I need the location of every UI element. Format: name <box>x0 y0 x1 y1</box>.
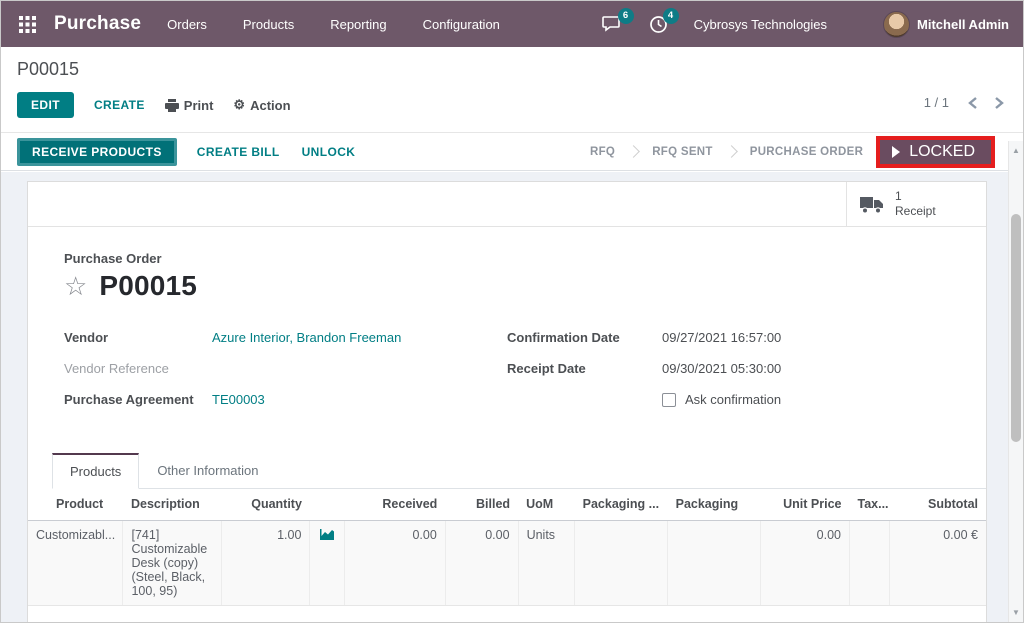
scroll-down-icon[interactable]: ▼ <box>1009 608 1023 617</box>
nav-menu-products[interactable]: Products <box>243 17 294 32</box>
state-locked-highlighted[interactable]: LOCKED <box>876 136 995 168</box>
pager: 1 / 1 <box>924 95 1005 110</box>
pager-previous-icon[interactable] <box>967 96 978 110</box>
cell-packaging[interactable] <box>668 521 761 606</box>
create-button[interactable]: CREATE <box>94 98 145 112</box>
col-uom[interactable]: UoM <box>518 489 575 521</box>
ask-confirmation-label: Ask confirmation <box>685 392 781 407</box>
notebook-tabs: Products Other Information <box>52 453 986 489</box>
state-separator-icon <box>725 145 738 158</box>
col-quantity[interactable]: Quantity <box>221 489 310 521</box>
user-avatar[interactable] <box>883 11 910 38</box>
receipt-date-value: 09/30/2021 05:30:00 <box>662 361 781 376</box>
nav-menu-configuration[interactable]: Configuration <box>423 17 500 32</box>
scroll-up-icon[interactable]: ▲ <box>1009 146 1023 155</box>
create-bill-button[interactable]: CREATE BILL <box>197 145 280 159</box>
state-rfq-sent[interactable]: RFQ SENT <box>639 146 726 158</box>
activities-count-badge: 4 <box>663 8 679 24</box>
messages-button[interactable]: 6 <box>602 15 623 33</box>
col-billed[interactable]: Billed <box>445 489 518 521</box>
top-navbar: Purchase Orders Products Reporting Confi… <box>1 1 1023 47</box>
gear-icon: ⚙ <box>233 97 245 113</box>
print-button[interactable]: Print <box>165 98 214 113</box>
printer-icon <box>165 99 179 112</box>
tab-other-information[interactable]: Other Information <box>139 453 276 488</box>
button-box: 1 Receipt <box>28 182 986 227</box>
company-switcher[interactable]: Cybrosys Technologies <box>694 17 827 32</box>
doc-type-label: Purchase Order <box>64 251 950 266</box>
field-receipt-date: Receipt Date 09/30/2021 05:30:00 <box>507 361 950 378</box>
scrollbar-thumb[interactable] <box>1011 214 1021 442</box>
tab-products[interactable]: Products <box>52 453 139 489</box>
col-description[interactable]: Description <box>123 489 221 521</box>
app-name[interactable]: Purchase <box>54 13 141 35</box>
state-purchase-order[interactable]: PURCHASE ORDER <box>737 146 876 158</box>
state-separator-icon <box>627 145 640 158</box>
control-panel: P00015 EDIT CREATE Print ⚙ Action 1 / 1 <box>1 47 1023 133</box>
confirmation-date-value: 09/27/2021 16:57:00 <box>662 330 781 345</box>
state-rfq[interactable]: RFQ <box>577 146 628 158</box>
cell-unit-price[interactable]: 0.00 <box>761 521 850 606</box>
receipt-stat-button[interactable]: 1 Receipt <box>846 182 986 226</box>
vendor-link[interactable]: Azure Interior, Brandon Freeman <box>212 330 401 345</box>
breadcrumb[interactable]: P00015 <box>17 59 1007 80</box>
activities-button[interactable]: 4 <box>649 15 668 34</box>
vertical-scrollbar[interactable]: ▲ ▼ <box>1008 141 1023 622</box>
purchase-agreement-link[interactable]: TE00003 <box>212 392 265 407</box>
col-taxes[interactable]: Tax... <box>850 489 890 521</box>
field-vendor-reference: Vendor Reference <box>64 361 507 378</box>
field-confirmation-date: Confirmation Date 09/27/2021 16:57:00 <box>507 330 950 347</box>
cell-packaging-qty[interactable] <box>575 521 668 606</box>
field-purchase-agreement: Purchase Agreement TE00003 <box>64 392 507 409</box>
receipt-label: Receipt <box>895 204 936 219</box>
cell-quantity[interactable]: 1.00 <box>221 521 310 606</box>
status-bar: RECEIVE PRODUCTS CREATE BILL UNLOCK RFQ … <box>1 133 1011 171</box>
col-subtotal[interactable]: Subtotal <box>890 489 986 521</box>
col-packaging-qty[interactable]: Packaging ... <box>575 489 668 521</box>
receive-products-button[interactable]: RECEIVE PRODUCTS <box>17 138 177 166</box>
col-product[interactable]: Product <box>28 489 123 521</box>
nav-menu-reporting[interactable]: Reporting <box>330 17 386 32</box>
pager-count: 1 / 1 <box>924 95 949 110</box>
forecast-chart-icon[interactable] <box>310 521 344 606</box>
field-vendor: Vendor Azure Interior, Brandon Freeman <box>64 330 507 347</box>
nav-menu-orders[interactable]: Orders <box>167 17 207 32</box>
pager-next-icon[interactable] <box>994 96 1005 110</box>
cell-received[interactable]: 0.00 <box>344 521 445 606</box>
unlock-button[interactable]: UNLOCK <box>302 145 356 159</box>
action-button[interactable]: ⚙ Action <box>233 97 290 113</box>
form-view-area: 1 Receipt Purchase Order ☆ P00015 Vendor… <box>1 172 1011 622</box>
col-packaging[interactable]: Packaging <box>668 489 761 521</box>
messages-count-badge: 6 <box>618 8 634 24</box>
fields-right-column: Confirmation Date 09/27/2021 16:57:00 Re… <box>507 330 950 423</box>
col-received[interactable]: Received <box>344 489 445 521</box>
favorite-star-icon[interactable]: ☆ <box>64 273 87 299</box>
cell-product[interactable]: Customizabl... <box>28 521 123 606</box>
ask-confirmation-checkbox[interactable] <box>662 393 676 407</box>
user-menu[interactable]: Mitchell Admin <box>917 17 1009 32</box>
edit-button[interactable]: EDIT <box>17 92 74 118</box>
truck-icon <box>859 194 885 214</box>
cell-subtotal[interactable]: 0.00 € <box>890 521 986 606</box>
fields-left-column: Vendor Azure Interior, Brandon Freeman V… <box>64 330 507 423</box>
cell-description[interactable]: [741] Customizable Desk (copy) (Steel, B… <box>123 521 221 606</box>
field-ask-confirmation: Ask confirmation <box>507 392 950 409</box>
document-title: P00015 <box>99 270 197 302</box>
cell-billed[interactable]: 0.00 <box>445 521 518 606</box>
col-unit-price[interactable]: Unit Price <box>761 489 850 521</box>
state-arrow-icon <box>892 146 900 158</box>
status-pipeline: RFQ RFQ SENT PURCHASE ORDER LOCKED <box>577 133 995 170</box>
col-forecast <box>310 489 344 521</box>
order-line-row[interactable]: Customizabl... [741] Customizable Desk (… <box>28 521 986 606</box>
receipt-count: 1 <box>895 189 936 204</box>
cell-taxes[interactable] <box>850 521 890 606</box>
form-sheet: 1 Receipt Purchase Order ☆ P00015 Vendor… <box>27 181 987 622</box>
order-lines-table: Product Description Quantity Received Bi… <box>28 489 986 606</box>
cell-uom[interactable]: Units <box>518 521 575 606</box>
table-header-row: Product Description Quantity Received Bi… <box>28 489 986 521</box>
apps-grid-icon[interactable] <box>19 16 36 33</box>
